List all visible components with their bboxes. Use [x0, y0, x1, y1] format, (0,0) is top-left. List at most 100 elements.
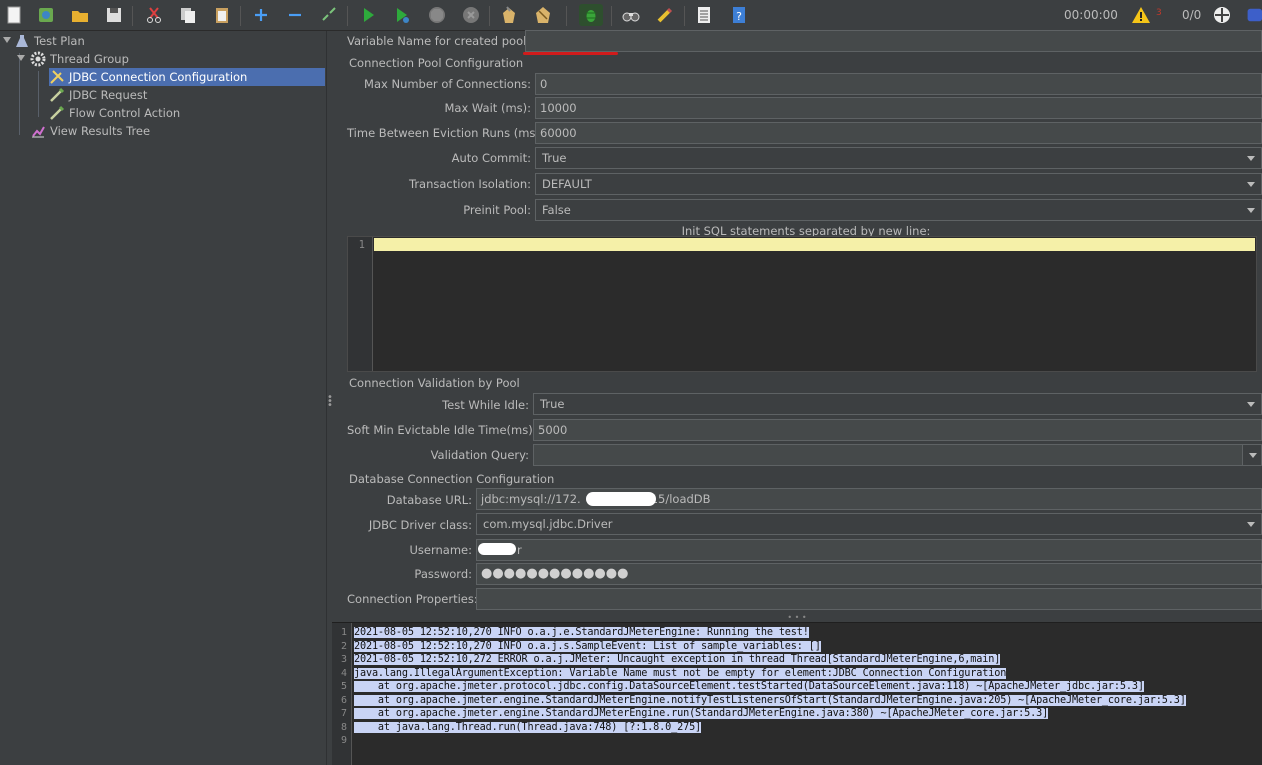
- templates-icon[interactable]: [34, 4, 58, 26]
- help-icon[interactable]: ?: [727, 4, 751, 26]
- cut-icon[interactable]: [142, 4, 166, 26]
- log-line-text: at org.apache.jmeter.protocol.jdbc.confi…: [354, 681, 1144, 692]
- tree-item-label: Flow Control Action: [69, 106, 181, 120]
- redaction-mark: [478, 543, 516, 555]
- search-icon[interactable]: [579, 4, 603, 26]
- reset-search-icon[interactable]: [619, 4, 643, 26]
- variable-name-label: Variable Name for created pool:: [347, 34, 531, 48]
- gear-icon: [30, 51, 46, 67]
- redaction-mark: [586, 492, 656, 506]
- validation-query-label: Validation Query:: [430, 448, 529, 462]
- tree-item-label: View Results Tree: [50, 124, 151, 138]
- tree-line: [19, 53, 20, 135]
- clear-icon[interactable]: [497, 4, 521, 26]
- validation-section-title: Connection Validation by Pool: [349, 376, 520, 390]
- tree-item-flow-control-action[interactable]: Flow Control Action: [49, 104, 180, 122]
- toolbar: ? 00:00:00 3 0/0: [0, 0, 1262, 31]
- max-wait-label: Max Wait (ms):: [444, 101, 531, 115]
- chevron-down-icon: [1249, 453, 1257, 458]
- log-line: 2021-08-05 12:52:10,270 INFO o.a.j.s.Sam…: [354, 640, 1186, 654]
- isolation-label: Transaction Isolation:: [408, 177, 531, 191]
- shutdown-icon[interactable]: [459, 4, 483, 26]
- auto-commit-select[interactable]: True: [535, 147, 1262, 169]
- preinit-value: False: [542, 203, 571, 217]
- toggle-icon[interactable]: [317, 4, 341, 26]
- log-panel[interactable]: 1 2 3 4 5 6 7 8 9 2021-08-05 12:52:10,270 INFO o…: [332, 622, 1262, 765]
- chevron-down-icon: [1247, 182, 1255, 187]
- variable-name-input[interactable]: [525, 30, 1262, 52]
- collapse-icon[interactable]: [283, 4, 307, 26]
- test-idle-select[interactable]: True: [533, 393, 1262, 415]
- tree-item-jdbc-request[interactable]: JDBC Request: [49, 86, 147, 104]
- tree-item-test-plan[interactable]: Test Plan: [14, 32, 85, 50]
- log-line-number: 2: [340, 640, 347, 652]
- open-icon[interactable]: [68, 4, 92, 26]
- log-line-text: java.lang.IllegalArgumentException: Vari…: [354, 667, 1007, 679]
- preinit-select[interactable]: False: [535, 199, 1262, 221]
- sampler-pipette-icon: [49, 87, 65, 103]
- isolation-value: DEFAULT: [542, 177, 592, 191]
- soft-min-label: Soft Min Evictable Idle Time(ms):: [347, 423, 537, 437]
- log-line-text: at java.lang.Thread.run(Thread.java:748)…: [354, 721, 702, 733]
- test-idle-value: True: [540, 397, 565, 411]
- chevron-down-icon: [1247, 522, 1255, 527]
- chevron-down-icon: [1247, 156, 1255, 161]
- expand-arrow-icon[interactable]: [3, 37, 11, 43]
- driver-value: com.mysql.jdbc.Driver: [483, 517, 613, 531]
- new-icon[interactable]: [2, 4, 26, 26]
- log-line-number: 9: [340, 735, 347, 746]
- username-visible-part: r: [517, 543, 522, 557]
- max-connections-input[interactable]: 0: [535, 73, 1262, 95]
- copy-icon[interactable]: [176, 4, 200, 26]
- connection-properties-input[interactable]: [476, 588, 1262, 610]
- tree-item-label: Thread Group: [50, 52, 129, 66]
- pool-section-title: Connection Pool Configuration: [349, 56, 524, 70]
- remote-status-icon[interactable]: [1210, 4, 1234, 26]
- password-input[interactable]: ●●●●●●●●●●●●●: [476, 563, 1262, 585]
- line-number: 1: [348, 237, 373, 371]
- username-label: Username:: [409, 543, 473, 557]
- log-viewer-icon[interactable]: [692, 4, 716, 26]
- function-helper-icon[interactable]: [653, 4, 677, 26]
- expand-icon[interactable]: [249, 4, 273, 26]
- username-input[interactable]: r: [476, 539, 1262, 561]
- db-url-prefix: jdbc:mysql://172.: [481, 492, 581, 506]
- max-wait-input[interactable]: 10000: [535, 97, 1262, 119]
- init-sql-editor[interactable]: 1: [347, 236, 1257, 372]
- elapsed-timer: 00:00:00: [1064, 8, 1118, 22]
- db-section-title: Database Connection Configuration: [349, 472, 555, 486]
- driver-select[interactable]: com.mysql.jdbc.Driver: [476, 513, 1262, 535]
- connection-properties-label: Connection Properties:: [347, 592, 478, 606]
- password-label: Password:: [414, 567, 472, 581]
- svg-text:?: ?: [736, 10, 742, 23]
- max-connections-label: Max Number of Connections:: [364, 77, 531, 91]
- db-url-suffix: 15/loadDB: [650, 492, 711, 506]
- stop-icon[interactable]: [425, 4, 449, 26]
- tree-item-view-results-tree[interactable]: View Results Tree: [30, 122, 150, 140]
- warning-icon[interactable]: [1130, 4, 1152, 26]
- test-plan-tree: Test Plan Thread Group JDBC Connection C…: [0, 31, 326, 765]
- log-line: at java.lang.Thread.run(Thread.java:748)…: [354, 721, 1186, 735]
- tree-item-jdbc-connection-configuration[interactable]: JDBC Connection Configuration: [49, 68, 325, 86]
- validation-query-input[interactable]: [533, 444, 1244, 466]
- eviction-input[interactable]: 60000: [535, 122, 1262, 144]
- isolation-select[interactable]: DEFAULT: [535, 173, 1262, 195]
- log-text[interactable]: 2021-08-05 12:52:10,270 INFO o.a.j.e.Sta…: [354, 626, 1186, 748]
- log-line-text: at org.apache.jmeter.engine.StandardJMet…: [354, 708, 1049, 719]
- soft-min-input[interactable]: 5000: [533, 419, 1262, 441]
- log-line-text: 2021-08-05 12:52:10,272 ERROR o.a.j.JMet…: [354, 654, 1001, 665]
- eviction-label: Time Between Eviction Runs (ms):: [347, 126, 544, 140]
- tree-item-thread-group[interactable]: Thread Group: [30, 50, 129, 68]
- paste-icon[interactable]: [210, 4, 234, 26]
- language-icon[interactable]: [1244, 4, 1262, 26]
- log-line-text: at org.apache.jmeter.engine.StandardJMet…: [354, 694, 1186, 706]
- validation-query-dropdown[interactable]: [1242, 444, 1262, 466]
- log-line-number: 1: [340, 627, 347, 638]
- start-icon[interactable]: [356, 4, 380, 26]
- log-line: at org.apache.jmeter.engine.StandardJMet…: [354, 694, 1186, 708]
- clear-all-icon[interactable]: [531, 4, 555, 26]
- expand-arrow-icon[interactable]: [17, 55, 25, 61]
- save-icon[interactable]: [102, 4, 126, 26]
- log-line-number: 7: [340, 708, 347, 719]
- start-no-pause-icon[interactable]: [390, 4, 414, 26]
